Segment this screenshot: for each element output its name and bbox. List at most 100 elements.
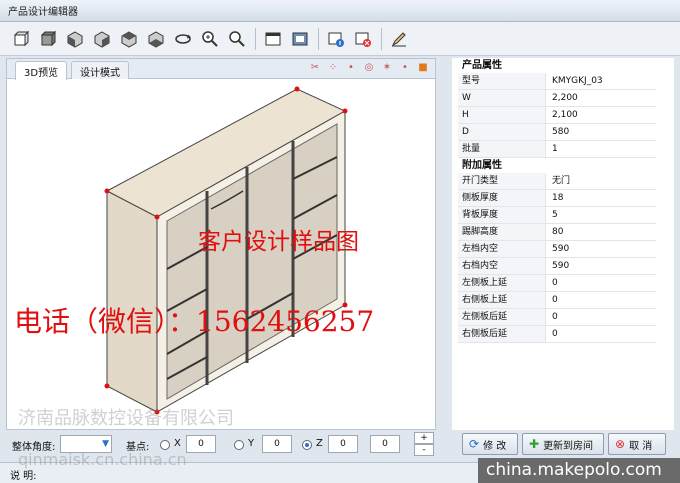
box-front-icon[interactable]	[10, 28, 32, 50]
y-label: Y	[248, 438, 255, 449]
sample-overlay-text: 客户设计样品图	[198, 229, 359, 255]
property-row[interactable]: 批量 1	[458, 141, 656, 158]
property-key: 踢脚高度	[458, 224, 546, 240]
phone-overlay-text: 电话（微信）：1562456257	[14, 305, 375, 338]
property-value[interactable]: 2,200	[546, 90, 656, 106]
property-key: 型号	[458, 73, 546, 89]
cancel-icon: ⊗	[615, 437, 626, 451]
scissors-icon[interactable]: ✂	[309, 62, 321, 73]
view-left-icon[interactable]	[64, 28, 86, 50]
property-key: 右侧板上延	[458, 292, 546, 308]
dot-icon[interactable]: •	[345, 62, 357, 73]
zoom-in-icon[interactable]	[199, 28, 221, 50]
target-icon[interactable]: ◎	[363, 62, 375, 73]
box-back-icon[interactable]	[37, 28, 59, 50]
property-row[interactable]: 型号 KMYGKJ_03	[458, 73, 656, 90]
radio-z[interactable]	[302, 440, 312, 450]
z-input[interactable]: 0	[328, 435, 358, 453]
property-row[interactable]: D 580	[458, 124, 656, 141]
property-value[interactable]: 590	[546, 258, 656, 274]
property-row[interactable]: 左侧板后延 0	[458, 309, 656, 326]
property-row[interactable]: 左侧板上延 0	[458, 275, 656, 292]
window-title-bar: 产品设计编辑器	[0, 0, 680, 22]
y-input[interactable]: 0	[262, 435, 292, 453]
radio-x[interactable]	[160, 440, 170, 450]
points-icon[interactable]: ⁘	[327, 62, 339, 73]
layout-icon[interactable]	[289, 28, 311, 50]
minus-button[interactable]: -	[414, 444, 434, 456]
property-key: 批量	[458, 141, 546, 157]
property-key: D	[458, 124, 546, 140]
window-icon[interactable]	[262, 28, 284, 50]
status-label: 说 明:	[10, 471, 37, 482]
property-key: W	[458, 90, 546, 106]
cancel-button[interactable]: ⊗ 取 消	[608, 433, 666, 455]
z-label: Z	[316, 438, 323, 449]
property-key: 左档内空	[458, 241, 546, 257]
property-row[interactable]: 右侧板上延 0	[458, 292, 656, 309]
property-value[interactable]: 18	[546, 190, 656, 206]
view-right-icon[interactable]	[91, 28, 113, 50]
add-icon: ✚	[529, 437, 540, 451]
tab-design-mode[interactable]: 设计模式	[71, 61, 129, 79]
property-key: 右档内空	[458, 258, 546, 274]
property-row[interactable]: W 2,200	[458, 90, 656, 107]
property-key: 侧板厚度	[458, 190, 546, 206]
tab-3d-preview[interactable]: 3D预览	[15, 61, 68, 80]
main-toolbar	[0, 22, 680, 56]
property-value[interactable]: 80	[546, 224, 656, 240]
info-icon[interactable]	[325, 28, 347, 50]
company-watermark: 济南品脉数控设备有限公司	[18, 408, 234, 429]
property-key: 开门类型	[458, 173, 546, 189]
rotate-icon[interactable]	[172, 28, 194, 50]
property-row[interactable]: 右档内空 590	[458, 258, 656, 275]
property-row[interactable]: 背板厚度 5	[458, 207, 656, 224]
update-room-button[interactable]: ✚ 更新到房间	[522, 433, 604, 455]
product-properties-title: 产品属性	[452, 58, 656, 73]
property-row[interactable]: 左档内空 590	[458, 241, 656, 258]
plus-button[interactable]: +	[414, 432, 434, 444]
pen-icon[interactable]	[388, 28, 410, 50]
extra-properties-title: 附加属性	[452, 158, 656, 173]
property-value[interactable]: 无门	[546, 173, 656, 189]
toolbar-separator	[255, 27, 256, 50]
modify-label: 修 改	[483, 440, 507, 452]
property-row[interactable]: 踢脚高度 80	[458, 224, 656, 241]
radio-y[interactable]	[234, 440, 244, 450]
offset-input[interactable]: 0	[370, 435, 400, 453]
site-badge: china.makepolo.com	[478, 458, 680, 483]
property-row[interactable]: H 2,100	[458, 107, 656, 124]
dot-icon[interactable]: •	[399, 62, 411, 73]
property-value[interactable]: 2,100	[546, 107, 656, 123]
modify-button[interactable]: ⟳ 修 改	[462, 433, 518, 455]
property-value[interactable]: 590	[546, 241, 656, 257]
property-value[interactable]: KMYGKJ_03	[546, 73, 656, 89]
toolbar-separator	[318, 27, 319, 50]
property-value[interactable]: 1	[546, 141, 656, 157]
star-icon[interactable]: ✶	[381, 62, 393, 73]
x-label: X	[174, 438, 181, 449]
property-key: 左侧板上延	[458, 275, 546, 291]
delete-icon[interactable]	[352, 28, 374, 50]
view-bottom-icon[interactable]	[145, 28, 167, 50]
zoom-out-icon[interactable]	[226, 28, 248, 50]
property-value[interactable]: 0	[546, 275, 656, 291]
tab-bar: 3D预览 设计模式 ✂ ⁘ • ◎ ✶ • ■	[7, 59, 435, 80]
view-top-icon[interactable]	[118, 28, 140, 50]
property-value[interactable]: 580	[546, 124, 656, 140]
cancel-label: 取 消	[629, 440, 653, 452]
property-row[interactable]: 侧板厚度 18	[458, 190, 656, 207]
property-key: H	[458, 107, 546, 123]
toolbar-separator	[381, 27, 382, 50]
property-value[interactable]: 0	[546, 292, 656, 308]
view-tool-group: ✂ ⁘ • ◎ ✶ • ■	[309, 62, 429, 73]
property-key: 背板厚度	[458, 207, 546, 223]
property-row[interactable]: 右侧板后延 0	[458, 326, 656, 343]
property-value[interactable]: 0	[546, 326, 656, 342]
property-value[interactable]: 0	[546, 309, 656, 325]
x-input[interactable]: 0	[186, 435, 216, 453]
color-icon[interactable]: ■	[417, 62, 429, 73]
property-value[interactable]: 5	[546, 207, 656, 223]
property-row[interactable]: 开门类型 无门	[458, 173, 656, 190]
update-label: 更新到房间	[543, 440, 594, 452]
